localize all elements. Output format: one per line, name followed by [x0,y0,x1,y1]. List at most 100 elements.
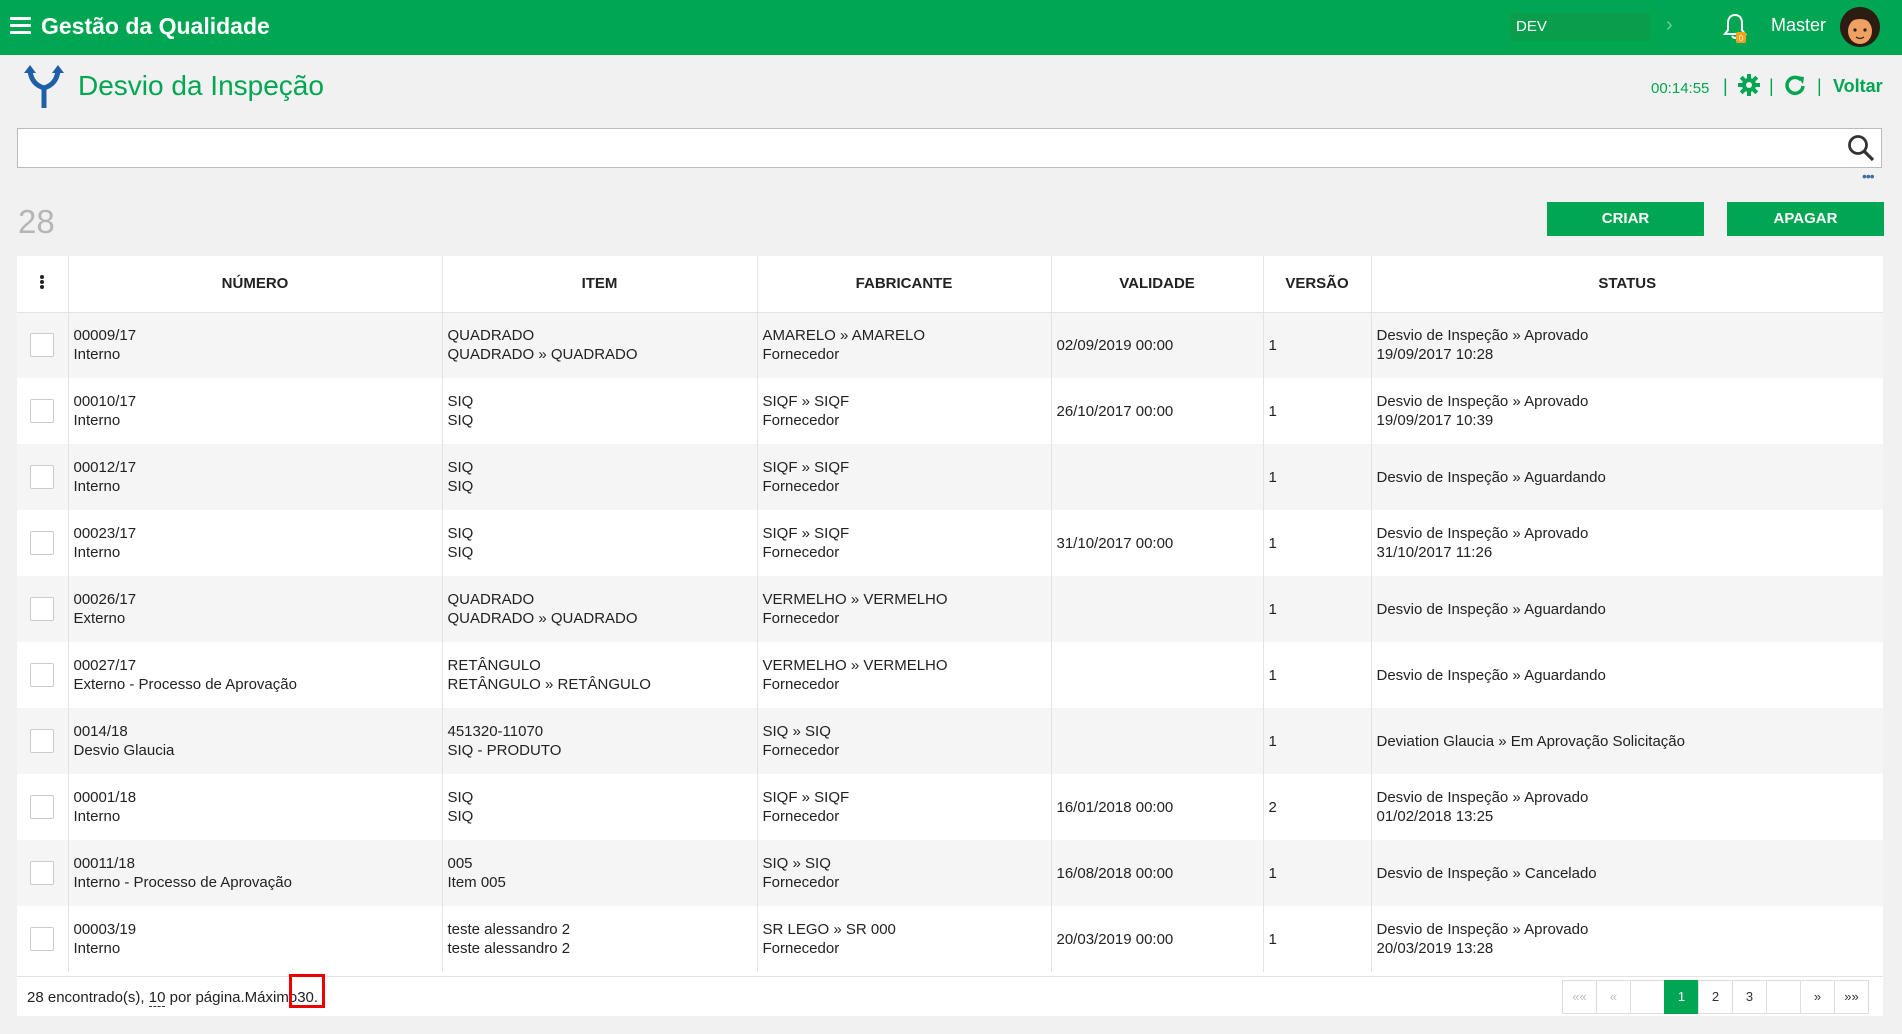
row-checkbox[interactable] [30,531,55,555]
item-desc: QUADRADO » QUADRADO [447,610,638,627]
item-desc: RETÂNGULO » RETÂNGULO [447,676,651,693]
bell-icon[interactable]: 0 [1722,12,1748,44]
column-header-numero[interactable]: NÚMERO [68,256,443,313]
numero-type: Interno [73,346,121,364]
table-row[interactable]: 0014/18 Desvio Glaucia 451320-11070 SIQ - P… [17,708,1883,774]
per-page-selector[interactable]: 10 [148,989,166,1007]
row-checkbox[interactable] [30,927,55,951]
fabricante-type: Fornecedor [762,940,840,957]
fabricante-cell: VERMELHO » VERMELHO Fornecedor [757,576,1052,642]
table-row[interactable]: 00026/17 Externo QUADRADO QUADRADO » QUADRA… [17,576,1883,642]
fabricante-name: SIQ » SIQ [762,855,831,872]
row-select-cell [17,312,69,378]
item-code: QUADRADO [447,591,535,608]
status-date: 20/03/2019 13:28 [1376,940,1494,957]
table-row[interactable]: 00001/18 Interno SIQ SIQ SIQF » SIQF Forneced… [17,774,1883,840]
numero-type: Interno [73,808,121,825]
validade-cell [1051,642,1264,708]
item-cell: QUADRADO QUADRADO » QUADRADO [442,312,758,378]
item-code: SIQ [447,459,474,476]
column-header-validade[interactable]: VALIDADE [1051,256,1264,313]
kebab-icon[interactable] [40,274,45,290]
first-page-button[interactable]: «« [1562,980,1597,1014]
chevron-right-icon[interactable]: › [1666,14,1673,37]
row-checkbox[interactable] [30,729,55,753]
page-button-2[interactable]: 2 [1698,980,1733,1014]
row-select-cell [17,576,69,642]
fabricante-cell: SIQF » SIQF Fornecedor [757,510,1052,576]
fabricante-cell: SIQ » SIQ Fornecedor [757,708,1052,774]
column-options-menu[interactable] [17,256,69,313]
previous-page-button[interactable]: « [1596,980,1631,1014]
fabricante-type: Fornecedor [762,346,840,364]
table-row[interactable]: 00009/17 Interno QUADRADO QUADRADO » QUADRA… [17,312,1883,378]
user-name[interactable]: Master [1771,15,1826,36]
fabricante-type: Fornecedor [762,544,840,561]
column-header-status[interactable]: STATUS [1371,256,1883,313]
row-checkbox[interactable] [30,795,55,819]
numero-cell: 0014/18 Desvio Glaucia [68,708,443,774]
status-cell: Desvio de Inspeção » Cancelado [1371,840,1883,906]
page-button-3[interactable]: 3 [1732,980,1767,1014]
fabricante-cell: SIQF » SIQF Fornecedor [757,774,1052,840]
notification-badge: 0 [1739,34,1744,43]
status-cell: Desvio de Inspeção » Aprovado 31/10/2017 … [1371,510,1883,576]
menu-icon[interactable] [10,17,31,35]
fabricante-name: VERMELHO » VERMELHO [762,591,948,608]
top-bar: Gestão da Qualidade DEV › 0 Master [0,0,1902,55]
row-select-cell [17,444,69,510]
table-row[interactable]: 00010/17 Interno SIQ SIQ SIQF » SIQF Forneced… [17,378,1883,444]
versao-cell: 1 [1263,378,1372,444]
status-cell: Desvio de Inspeção » Aguardando [1371,576,1883,642]
item-cell: SIQ SIQ [442,510,758,576]
next-page-button[interactable]: » [1800,980,1835,1014]
fabricante-cell: SIQF » SIQF Fornecedor [757,378,1052,444]
row-checkbox[interactable] [30,465,55,489]
status-cell: Desvio de Inspeção » Aprovado 01/02/2018 … [1371,774,1883,840]
numero-type: Interno [73,412,121,429]
avatar[interactable] [1840,7,1880,47]
table-row[interactable]: 00003/19 Interno teste alessandro 2 teste a… [17,906,1883,972]
numero-code: 00012/17 [73,459,137,476]
column-header-versao[interactable]: VERSÃO [1263,256,1372,313]
status-date: 31/10/2017 11:26 [1376,544,1493,561]
validade-cell: 02/09/2019 00:00 [1051,312,1264,378]
validade-cell: 20/03/2019 00:00 [1051,906,1264,972]
versao-cell: 1 [1263,312,1372,378]
row-checkbox[interactable] [30,861,55,885]
search-icon[interactable] [1847,134,1875,162]
gear-icon[interactable] [1738,74,1760,96]
status-text: Desvio de Inspeção » Aprovado [1376,393,1589,410]
item-code: 005 [447,855,473,872]
status-cell: Desvio de Inspeção » Aprovado 19/09/2017 … [1371,378,1883,444]
validade-cell: 31/10/2017 00:00 [1051,510,1264,576]
table-row[interactable]: 00027/17 Externo - Processo de Aprovação R… [17,642,1883,708]
row-checkbox[interactable] [30,333,55,358]
numero-cell: 00027/17 Externo - Processo de Aprovação [68,642,443,708]
numero-type: Desvio Glaucia [73,742,175,759]
table-row[interactable]: 00012/17 Interno SIQ SIQ SIQF » SIQF Forneced… [17,444,1883,510]
environment-selector[interactable]: DEV [1510,13,1650,41]
create-button[interactable]: CRIAR [1547,202,1704,236]
last-page-button[interactable]: »» [1834,980,1869,1014]
page-button-1[interactable]: 1 [1664,980,1699,1014]
row-select-cell [17,510,69,576]
table-row[interactable]: 00023/17 Interno SIQ SIQ SIQF » SIQF Forneced… [17,510,1883,576]
table-row[interactable]: 00011/18 Interno - Processo de Aprovação 0… [17,840,1883,906]
column-header-fabricante[interactable]: FABRICANTE [757,256,1052,313]
row-checkbox[interactable] [30,663,55,687]
row-checkbox[interactable] [30,597,55,621]
numero-cell: 00012/17 Interno [68,444,443,510]
row-checkbox[interactable] [30,399,55,423]
row-select-cell [17,906,69,972]
status-text: Deviation Glaucia » Em Aprovação Solicit… [1376,732,1686,750]
per-page-text: por página.Máximo [169,989,298,1006]
column-header-item[interactable]: ITEM [442,256,758,313]
search-input[interactable] [18,129,1881,167]
page-spacer [1766,980,1801,1014]
validade-cell [1051,708,1264,774]
back-link[interactable]: Voltar [1833,76,1883,97]
refresh-icon[interactable] [1784,74,1806,96]
delete-button[interactable]: APAGAR [1727,202,1884,236]
more-options-icon[interactable]: ••• [1862,169,1875,183]
